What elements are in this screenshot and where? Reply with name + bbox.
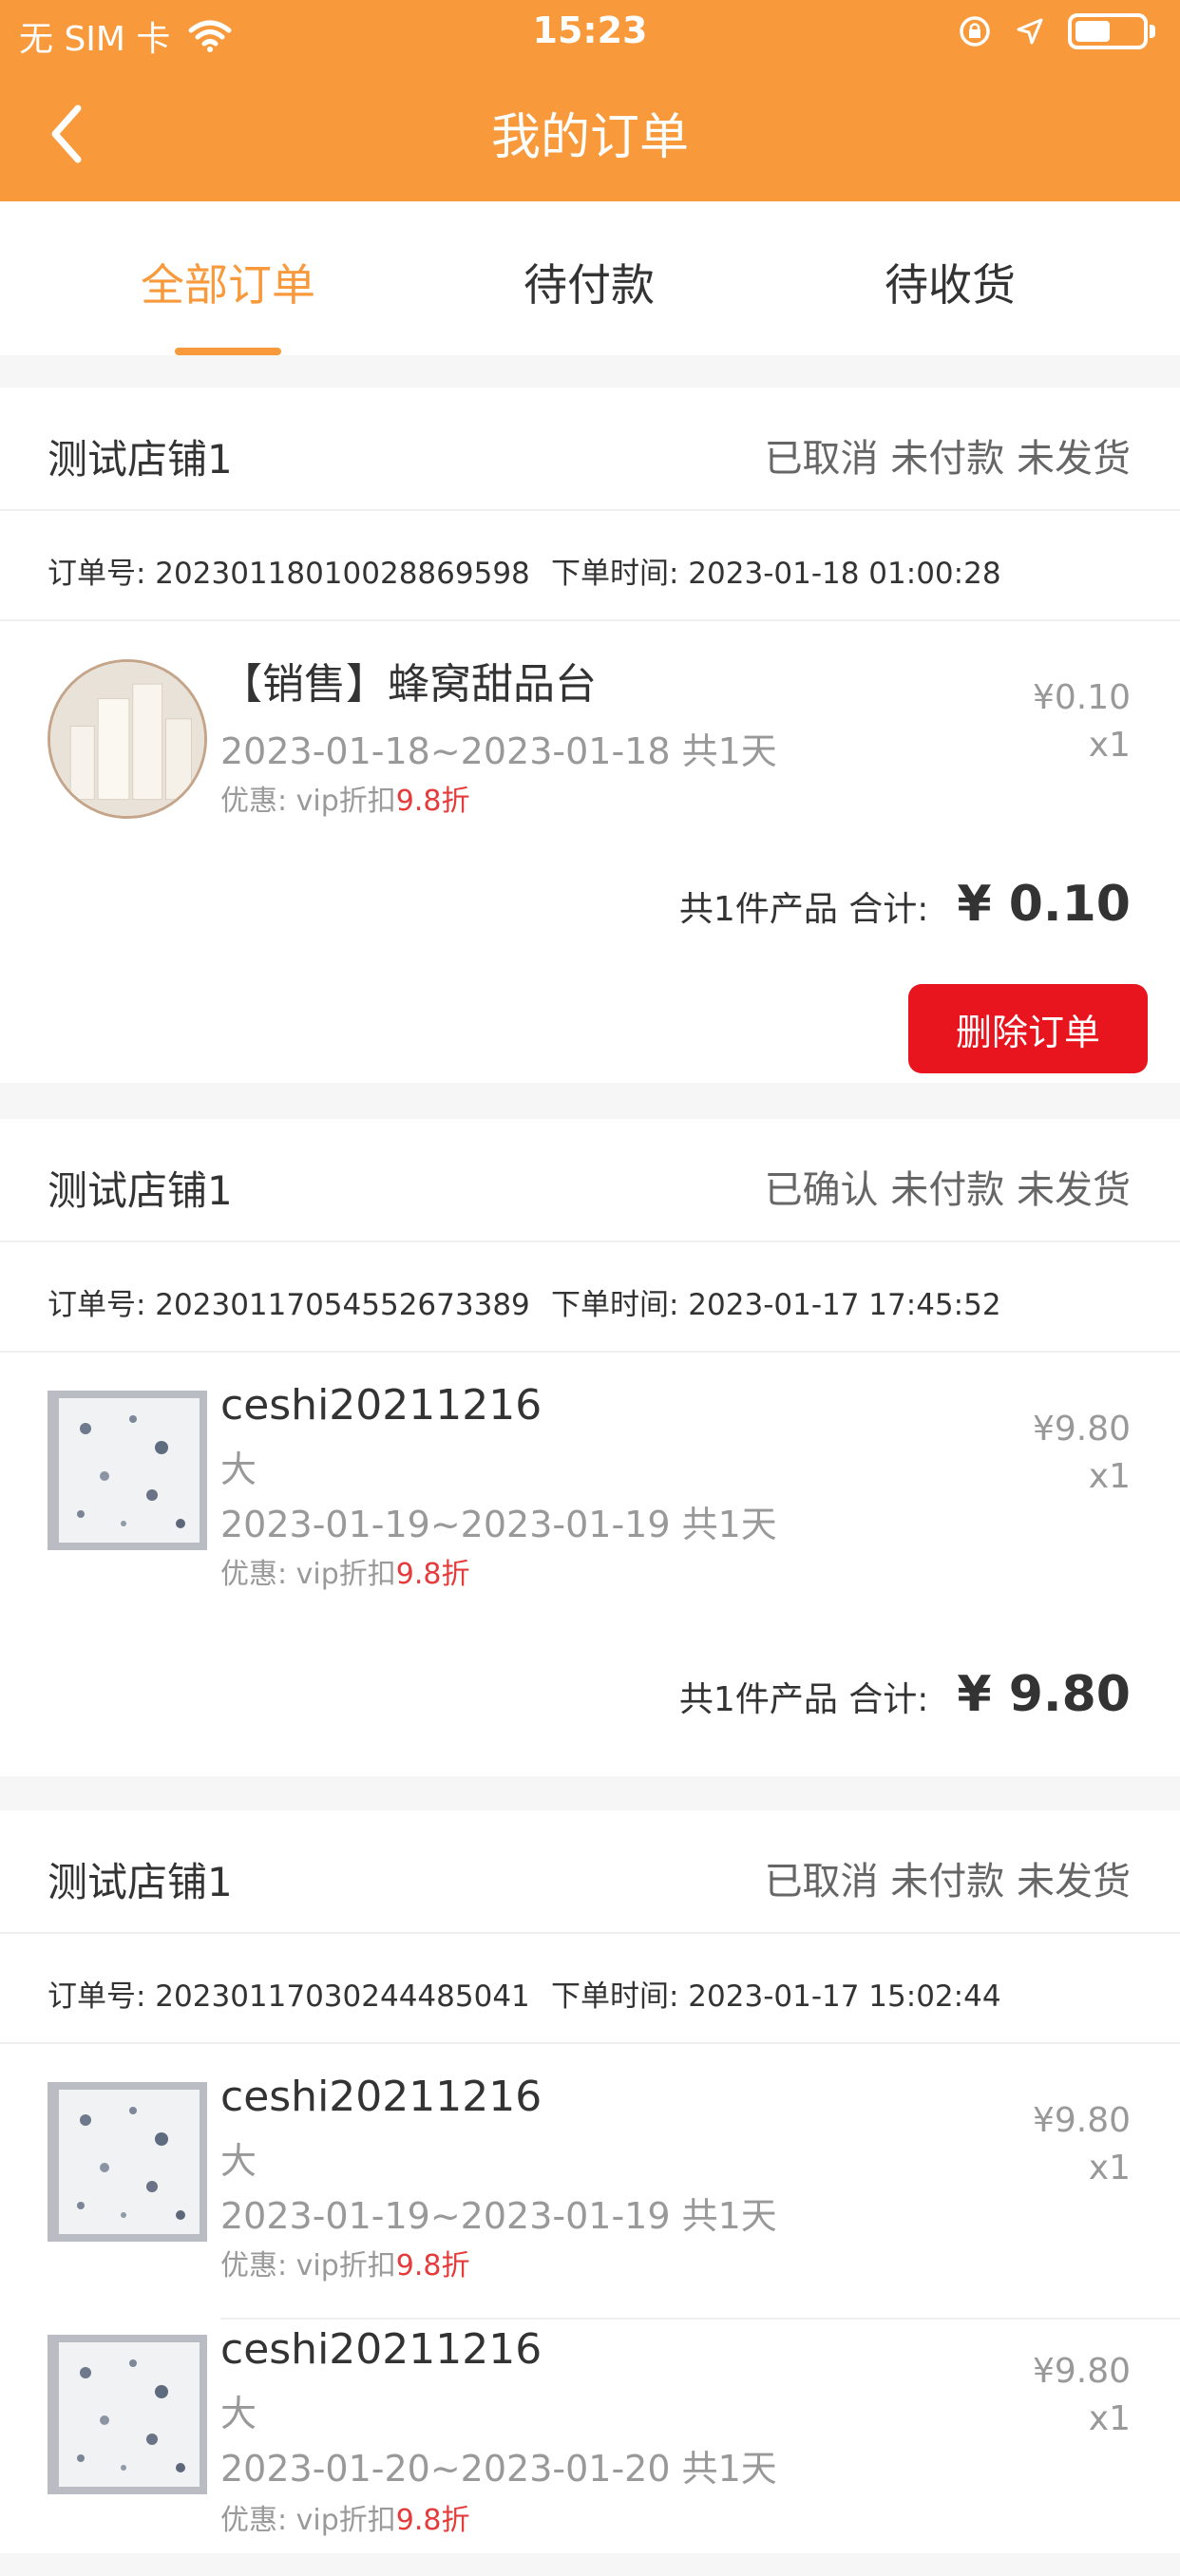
- order-meta: 订单号: 20230117054552673389 下单时间: 2023-01-…: [0, 1242, 1180, 1353]
- order-card: 测试店铺1 已取消 未付款 未发货 订单号: 20230117030244485…: [0, 1810, 1180, 2553]
- tab-active-indicator: [175, 348, 281, 355]
- discount-value: 9.8折: [395, 2249, 470, 2282]
- product-name: ceshi20211216: [220, 1381, 542, 1430]
- order-time: 下单时间: 2023-01-17 15:02:44: [551, 1979, 1001, 2014]
- discount-info: 优惠: vip折扣9.8折: [220, 785, 470, 818]
- total-amount: ¥ 9.80: [957, 1666, 1131, 1723]
- rental-dates: 2023-01-20~2023-01-20 共1天: [220, 2448, 777, 2490]
- discount-value: 9.8折: [395, 1558, 470, 1591]
- item-price: ¥9.80: [1032, 2101, 1131, 2140]
- total-label: 共1件产品 合计:: [678, 1680, 929, 1719]
- order-card: 测试店铺1 已取消 未付款 未发货 订单号: 20230118010028869…: [0, 388, 1180, 1083]
- battery-icon: [1068, 13, 1155, 49]
- product-thumbnail: [48, 2082, 207, 2242]
- item-price: ¥0.10: [1032, 678, 1131, 717]
- item-quantity: x1: [1088, 726, 1131, 765]
- discount-info: 优惠: vip折扣9.8折: [220, 2249, 470, 2282]
- product-name: 【销售】蜂窝甜品台: [220, 660, 597, 709]
- rental-dates: 2023-01-18~2023-01-18 共1天: [220, 730, 777, 772]
- order-total: 共1件产品 合计: ¥ 0.10: [679, 876, 1131, 933]
- page-title: 我的订单: [490, 109, 689, 166]
- tab-all-orders[interactable]: 全部订单: [86, 251, 371, 313]
- shop-row: 测试店铺1 已取消 未付款 未发货: [0, 388, 1180, 511]
- shop-row: 测试店铺1 已取消 未付款 未发货: [0, 1810, 1180, 1934]
- shop-row: 测试店铺1 已确认 未付款 未发货: [0, 1119, 1180, 1242]
- item-price: ¥9.80: [1032, 2352, 1131, 2391]
- order-card: 测试店铺1 已确认 未付款 未发货 订单号: 20230117054552673…: [0, 1119, 1180, 1776]
- product-thumbnail: [48, 1391, 207, 1550]
- status-bar: 无 SIM 卡 15:23: [0, 0, 1180, 66]
- delete-order-button[interactable]: 删除订单: [908, 984, 1148, 1073]
- location-icon: [1017, 18, 1043, 45]
- order-tabs: 全部订单 待付款 待收货: [0, 201, 1180, 355]
- discount-value: 9.8折: [395, 2504, 470, 2537]
- order-item[interactable]: 【销售】蜂窝甜品台 2023-01-18~2023-01-18 共1天 优惠: …: [0, 621, 1180, 878]
- product-spec: 大: [220, 2140, 257, 2182]
- order-time: 下单时间: 2023-01-18 01:00:28: [551, 557, 1001, 591]
- product-thumbnail: [48, 659, 207, 819]
- tab-pending-receipt[interactable]: 待收货: [808, 251, 1093, 313]
- tab-pending-payment[interactable]: 待付款: [447, 251, 732, 313]
- item-quantity: x1: [1088, 1457, 1131, 1496]
- order-total: 共1件产品 合计: ¥ 9.80: [679, 1666, 1131, 1723]
- order-status: 已取消 未付款 未发货: [764, 437, 1131, 481]
- product-spec: 大: [220, 2393, 257, 2434]
- product-thumbnail: [48, 2335, 207, 2494]
- rental-dates: 2023-01-19~2023-01-19 共1天: [220, 1504, 777, 1545]
- item-quantity: x1: [1088, 2149, 1131, 2188]
- product-spec: 大: [220, 1449, 257, 1490]
- order-item[interactable]: ceshi20211216 大 2023-01-20~2023-01-20 共1…: [0, 2320, 1180, 2576]
- order-time: 下单时间: 2023-01-17 17:45:52: [551, 1288, 1001, 1322]
- order-status: 已确认 未付款 未发货: [764, 1168, 1131, 1212]
- rental-dates: 2023-01-19~2023-01-19 共1天: [220, 2195, 777, 2237]
- order-meta: 订单号: 20230118010028869598 下单时间: 2023-01-…: [0, 511, 1180, 621]
- total-label: 共1件产品 合计:: [678, 890, 929, 929]
- discount-info: 优惠: vip折扣9.8折: [220, 1558, 470, 1591]
- order-status: 已取消 未付款 未发货: [764, 1860, 1131, 1904]
- app-header: 无 SIM 卡 15:23 我的订单: [0, 0, 1180, 201]
- order-number: 订单号: 20230117030244485041: [48, 1979, 530, 2014]
- order-item[interactable]: ceshi20211216 大 2023-01-19~2023-01-19 共1…: [0, 2044, 1180, 2301]
- order-number: 订单号: 20230118010028869598: [48, 557, 530, 591]
- discount-info: 优惠: vip折扣9.8折: [220, 2504, 470, 2537]
- item-price: ¥9.80: [1032, 1410, 1131, 1449]
- order-meta: 订单号: 20230117030244485041 下单时间: 2023-01-…: [0, 1934, 1180, 2044]
- rotation-lock-icon: [960, 16, 990, 47]
- shop-name[interactable]: 测试店铺1: [48, 1850, 233, 1908]
- status-right: [958, 13, 1155, 49]
- product-name: ceshi20211216: [220, 2073, 542, 2121]
- discount-value: 9.8折: [395, 785, 470, 818]
- shop-name[interactable]: 测试店铺1: [48, 1159, 233, 1217]
- product-name: ceshi20211216: [220, 2325, 542, 2374]
- shop-name[interactable]: 测试店铺1: [48, 427, 233, 485]
- item-quantity: x1: [1088, 2399, 1131, 2438]
- total-amount: ¥ 0.10: [957, 876, 1131, 933]
- order-number: 订单号: 20230117054552673389: [48, 1288, 530, 1322]
- order-item[interactable]: ceshi20211216 大 2023-01-19~2023-01-19 共1…: [0, 1353, 1180, 1609]
